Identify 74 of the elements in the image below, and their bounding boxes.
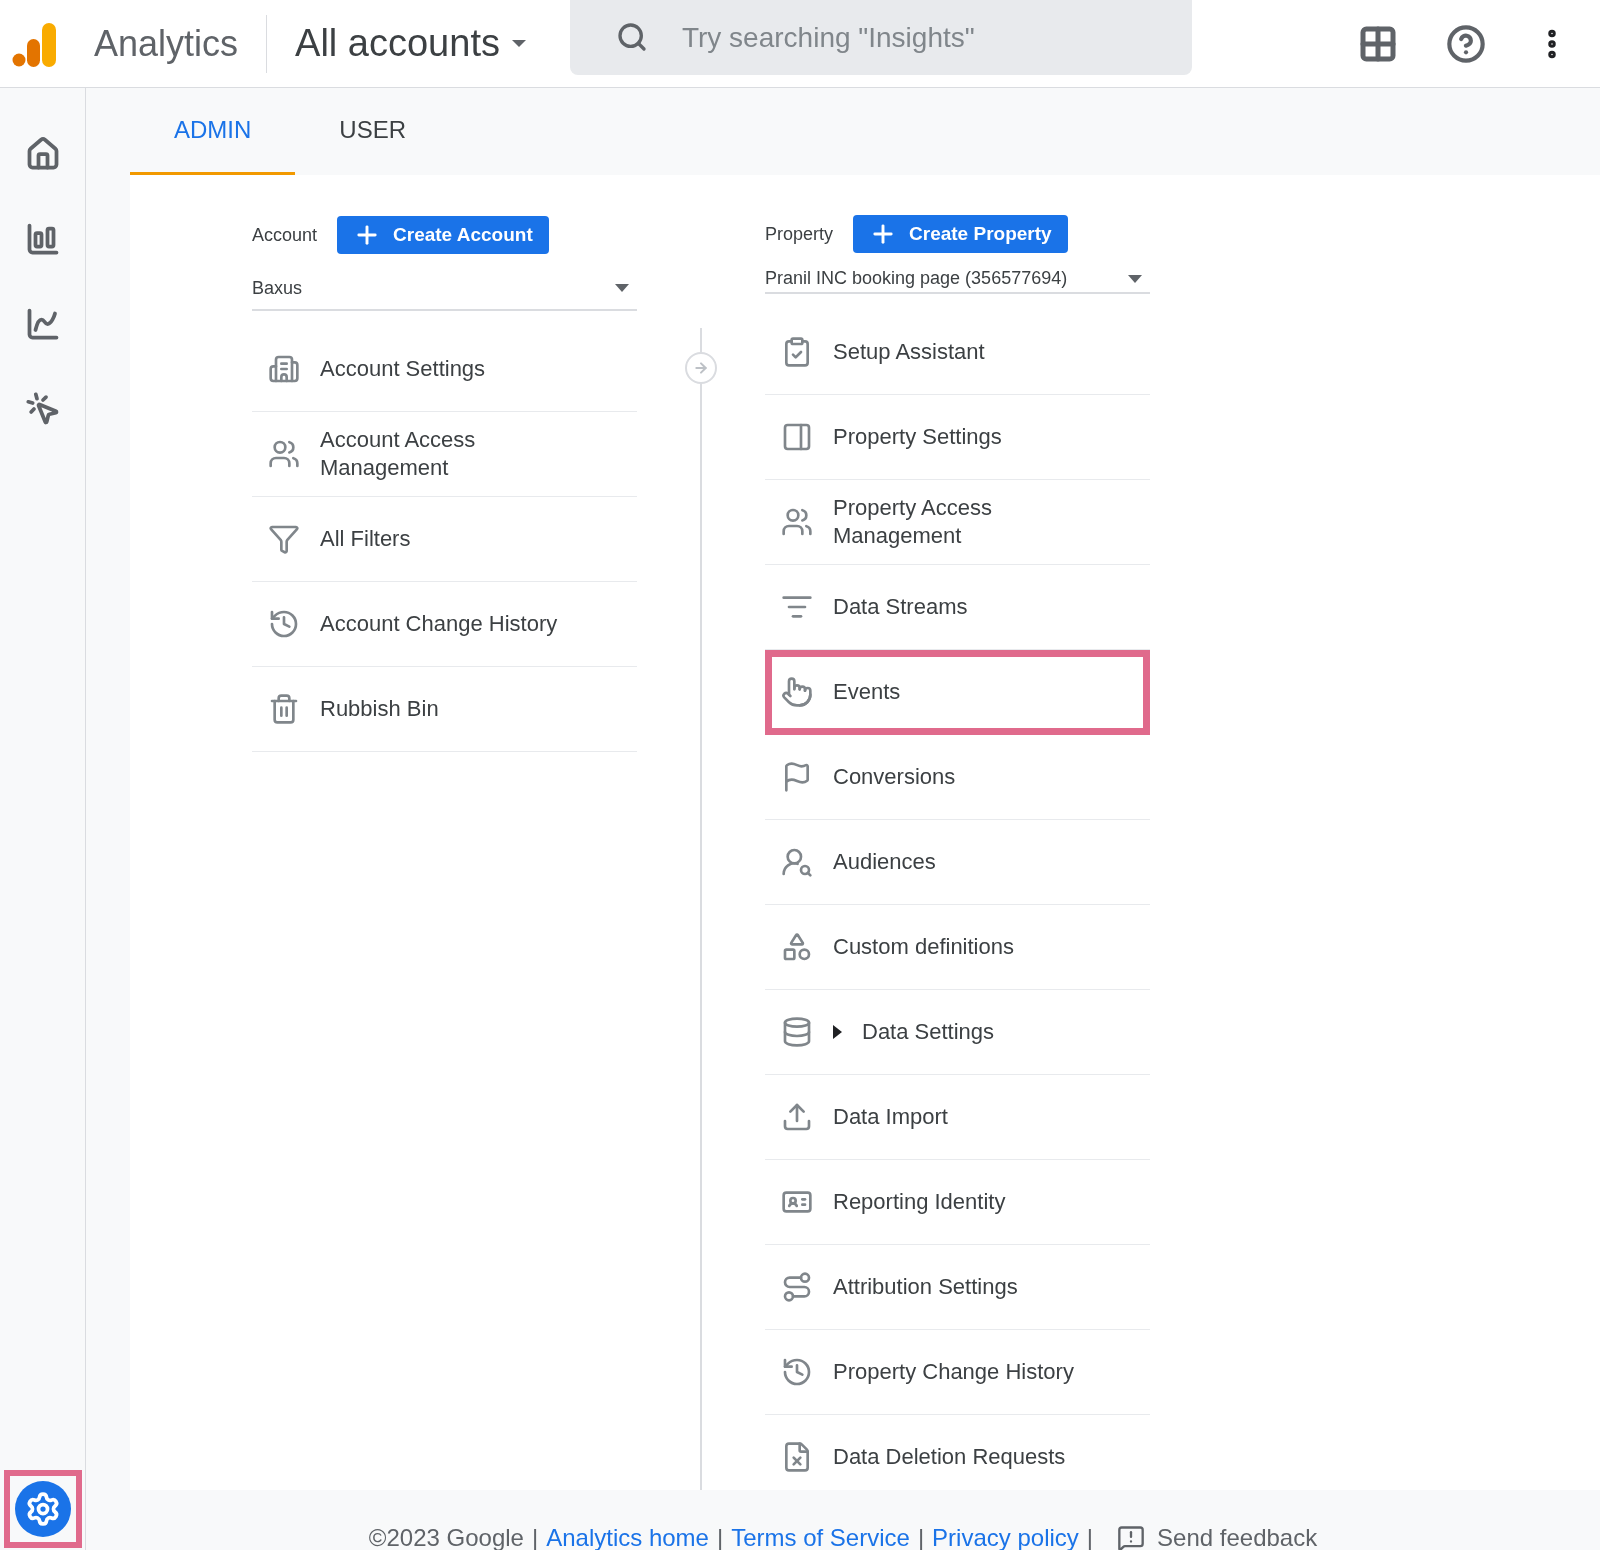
send-feedback-link[interactable]: Send feedback: [1117, 1520, 1318, 1550]
dropdown[interactable]: Baxus: [252, 267, 637, 311]
product-name: Analytics: [94, 21, 239, 66]
panel-icon: [781, 421, 813, 453]
trash-icon: [268, 693, 300, 725]
menu-item-label: Reporting Identity: [833, 1188, 1006, 1216]
cursor-click-icon: [24, 391, 61, 427]
dropdown-caret-icon: [1128, 274, 1142, 283]
history-icon: [268, 608, 300, 640]
people-icon: [268, 438, 300, 470]
menu-item[interactable]: Events: [765, 650, 1150, 735]
menu-item-label: Property Settings: [833, 423, 1002, 451]
history-icon: [781, 1356, 813, 1388]
footer-link[interactable]: Terms of Service: [731, 1520, 910, 1550]
menu-item[interactable]: Property Settings: [765, 395, 1150, 480]
menu-item[interactable]: All Filters: [252, 497, 637, 582]
shapes-icon: [781, 931, 813, 963]
account-picker[interactable]: All accounts: [295, 15, 526, 72]
menu-item[interactable]: Data Import: [765, 1075, 1150, 1160]
menu-item-label: All Filters: [320, 525, 411, 553]
menu-item-label: Attribution Settings: [833, 1273, 1018, 1301]
menu-item[interactable]: Data Streams: [765, 565, 1150, 650]
upload-icon: [781, 1101, 813, 1133]
menu-item-label: Setup Assistant: [833, 338, 985, 366]
menu-item-label: Conversions: [833, 763, 956, 791]
search-icon: [615, 21, 648, 53]
dropdown-value: Baxus: [252, 276, 303, 300]
menu-item-label: Rubbish Bin: [320, 695, 439, 723]
menu-item-label: Account Change History: [320, 610, 558, 638]
section-label: Account: [252, 223, 318, 247]
dropdown[interactable]: Pranil INC booking page (356577694): [765, 265, 1150, 294]
menu-item-label: Custom definitions: [833, 933, 1014, 961]
menu-item[interactable]: Setup Assistant: [765, 310, 1150, 395]
feedback-icon: [1117, 1524, 1146, 1550]
building-icon: [268, 353, 300, 385]
filter-icon: [268, 523, 300, 555]
menu-item-label: Property Change History: [833, 1358, 1074, 1386]
menu-item[interactable]: Conversions: [765, 735, 1150, 820]
menu-item[interactable]: Data Settings: [765, 990, 1150, 1075]
person-list-icon: [781, 846, 813, 878]
dropdown-value: Pranil INC booking page (356577694): [765, 267, 1068, 290]
route-icon: [781, 1271, 813, 1303]
help-icon[interactable]: [1446, 23, 1486, 64]
pointer-hand-icon: [781, 676, 813, 708]
menu-item[interactable]: Attribution Settings: [765, 1245, 1150, 1330]
menu-item[interactable]: Account Change History: [252, 582, 637, 667]
create-button[interactable]: Create Property: [853, 215, 1068, 253]
menu-item[interactable]: Property Change History: [765, 1330, 1150, 1415]
menu-item-label: Events: [833, 678, 901, 706]
tab[interactable]: USER: [295, 88, 451, 175]
admin-settings-button[interactable]: [3, 1470, 82, 1548]
menu-item[interactable]: Property Access Management: [765, 480, 1150, 565]
search-field[interactable]: Try searching "Insights": [569, 0, 1192, 75]
menu-item-label: Audiences: [833, 848, 936, 876]
menu-item-label: Data Settings: [862, 1018, 995, 1046]
menu-item[interactable]: Account Settings: [252, 327, 637, 412]
menu-item-label: Data Streams: [833, 593, 968, 621]
menu-item[interactable]: Account Access Management: [252, 412, 637, 497]
dropdown-caret-icon: [615, 284, 629, 292]
menu-item[interactable]: Audiences: [765, 820, 1150, 905]
menu-item-label: Account Access Management: [320, 426, 477, 482]
section-label: Property: [765, 222, 834, 246]
database-icon: [781, 1016, 813, 1048]
menu-item-label: Data Deletion Requests: [833, 1443, 1066, 1471]
people-icon: [781, 506, 813, 538]
menu-item[interactable]: Rubbish Bin: [252, 667, 637, 752]
menu-item[interactable]: Custom definitions: [765, 905, 1150, 990]
create-button[interactable]: Create Account: [337, 216, 549, 254]
menu-item[interactable]: Data Deletion Requests: [765, 1415, 1150, 1490]
menu-item-label: Data Import: [833, 1103, 948, 1131]
menu-item-label: Property Access Management: [833, 494, 993, 550]
caret-icon: [511, 40, 526, 47]
menu-item[interactable]: Reporting Identity: [765, 1160, 1150, 1245]
menu-item-label: Account Settings: [320, 355, 486, 383]
